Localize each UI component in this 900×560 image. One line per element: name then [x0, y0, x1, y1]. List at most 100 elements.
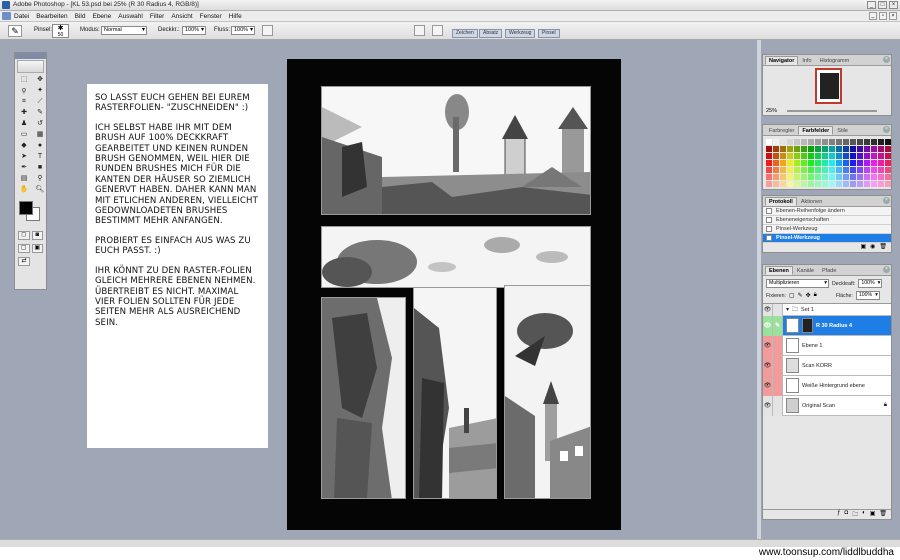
- lock-brush-icon[interactable]: ✎: [798, 292, 803, 299]
- tab-kanaele[interactable]: Kanäle: [793, 266, 818, 275]
- color-swatch[interactable]: [878, 160, 884, 166]
- eye-icon[interactable]: 👁︎: [763, 395, 773, 416]
- layer-row[interactable]: 👁︎ ✎ R 30 Radius 4: [763, 315, 891, 336]
- color-swatch[interactable]: [787, 181, 793, 187]
- lock-all-icon[interactable]: 🔒︎: [814, 292, 817, 299]
- color-swatch[interactable]: [815, 174, 821, 180]
- navigator-zoom[interactable]: 25%: [766, 108, 777, 114]
- layer-row[interactable]: 👁︎ Ebene 1: [763, 335, 891, 356]
- color-swatch[interactable]: [773, 139, 779, 145]
- color-swatch[interactable]: [885, 146, 891, 152]
- marquee-tool-icon[interactable]: ⬚: [17, 75, 31, 85]
- color-swatch[interactable]: [822, 174, 828, 180]
- color-swatch[interactable]: [857, 146, 863, 152]
- document-canvas[interactable]: [287, 59, 621, 530]
- color-swatch[interactable]: [885, 139, 891, 145]
- layer-opacity-field[interactable]: 100%: [858, 279, 883, 288]
- color-swatch[interactable]: [843, 174, 849, 180]
- tab-histogramm[interactable]: Histogramm: [816, 56, 854, 65]
- adobe-online-icon[interactable]: [17, 60, 44, 73]
- color-swatch[interactable]: [787, 146, 793, 152]
- color-swatch[interactable]: [857, 181, 863, 187]
- tab-pfade[interactable]: Pfade: [818, 266, 840, 275]
- color-swatch[interactable]: [766, 139, 772, 145]
- screen-mode-full-icon[interactable]: ▣: [31, 244, 43, 253]
- tool-preset-brush-icon[interactable]: ✎: [8, 25, 22, 37]
- history-item-current[interactable]: Pinsel-Werkzeug: [763, 234, 891, 243]
- history-item[interactable]: Ebenen-Reihenfolge ändern: [763, 207, 891, 216]
- layer-set-row[interactable]: 👁︎ ▾ 🗀︎ Set 1: [763, 303, 891, 316]
- menu-ansicht[interactable]: Ansicht: [171, 13, 192, 20]
- tab-stile[interactable]: Stile: [833, 126, 852, 135]
- color-swatch[interactable]: [871, 181, 877, 187]
- crop-tool-icon[interactable]: ⌗: [17, 97, 31, 107]
- color-swatch[interactable]: [780, 153, 786, 159]
- color-swatch[interactable]: [794, 153, 800, 159]
- color-swatch[interactable]: [815, 181, 821, 187]
- menu-bild[interactable]: Bild: [75, 13, 86, 20]
- color-swatch[interactable]: [794, 160, 800, 166]
- magic-wand-tool-icon[interactable]: ✦: [33, 86, 47, 96]
- quick-mask-icon[interactable]: ◙: [31, 231, 43, 240]
- color-swatch[interactable]: [836, 167, 842, 173]
- eye-icon[interactable]: 👁︎: [763, 315, 773, 336]
- color-swatch[interactable]: [829, 139, 835, 145]
- color-swatch[interactable]: [808, 139, 814, 145]
- color-swatch[interactable]: [766, 167, 772, 173]
- zoom-slider[interactable]: [787, 110, 877, 112]
- history-item[interactable]: Pinsel-Werkzeug: [763, 225, 891, 234]
- minimize-button[interactable]: _: [867, 1, 876, 9]
- blend-mode-select[interactable]: Multiplizieren: [766, 279, 829, 288]
- color-swatch[interactable]: [801, 146, 807, 152]
- link-icon[interactable]: [773, 303, 783, 316]
- screen-mode-standard-icon[interactable]: ▢: [18, 244, 30, 253]
- color-swatch[interactable]: [780, 181, 786, 187]
- color-swatch[interactable]: [794, 139, 800, 145]
- color-swatch[interactable]: [801, 160, 807, 166]
- color-swatch[interactable]: [885, 174, 891, 180]
- healing-brush-tool-icon[interactable]: ✚: [17, 108, 31, 118]
- lock-transparency-icon[interactable]: ▢: [789, 292, 795, 299]
- tab-info[interactable]: Info: [798, 56, 815, 65]
- doc-minimize-button[interactable]: _: [869, 12, 877, 20]
- notes-tool-icon[interactable]: ▤: [17, 174, 31, 184]
- link-icon[interactable]: [773, 395, 783, 416]
- jump-to-imageready-icon[interactable]: ⇄: [18, 257, 30, 266]
- color-swatch[interactable]: [878, 146, 884, 152]
- brush-preset-picker[interactable]: ✱ 50: [52, 24, 69, 38]
- link-icon[interactable]: [773, 335, 783, 356]
- standard-mode-icon[interactable]: ◻: [18, 231, 30, 240]
- link-icon[interactable]: [773, 355, 783, 376]
- color-swatch[interactable]: [808, 160, 814, 166]
- shape-tool-icon[interactable]: ■: [33, 163, 47, 173]
- color-swatch[interactable]: [850, 167, 856, 173]
- color-swatch[interactable]: [885, 153, 891, 159]
- color-swatch[interactable]: [773, 167, 779, 173]
- color-swatch[interactable]: [780, 146, 786, 152]
- tab-farbregler[interactable]: Farbregler: [765, 126, 798, 135]
- color-swatch[interactable]: [864, 146, 870, 152]
- layer-row[interactable]: 👁︎ Original Scan 🔒︎: [763, 395, 891, 416]
- color-swatch[interactable]: [822, 181, 828, 187]
- color-swatch[interactable]: [794, 181, 800, 187]
- color-swatch[interactable]: [780, 174, 786, 180]
- color-swatch[interactable]: [808, 181, 814, 187]
- new-snapshot-icon[interactable]: ◉: [870, 243, 875, 250]
- menu-fenster[interactable]: Fenster: [200, 13, 222, 20]
- type-tool-icon[interactable]: T: [33, 152, 47, 162]
- menu-datei[interactable]: Datei: [14, 13, 29, 20]
- color-swatch[interactable]: [878, 153, 884, 159]
- color-swatch[interactable]: [885, 160, 891, 166]
- color-swatch[interactable]: [871, 153, 877, 159]
- color-swatch[interactable]: [850, 146, 856, 152]
- eyedropper-tool-icon[interactable]: ⚲: [33, 174, 47, 184]
- new-set-icon[interactable]: 🗀︎: [852, 510, 858, 519]
- color-swatch[interactable]: [864, 160, 870, 166]
- flow-field[interactable]: 100%: [231, 26, 255, 35]
- mask-icon[interactable]: ◘: [844, 510, 848, 519]
- color-swatch[interactable]: [808, 146, 814, 152]
- color-swatch[interactable]: [836, 146, 842, 152]
- history-brush-tool-icon[interactable]: ↺: [33, 119, 47, 129]
- color-swatch[interactable]: [829, 181, 835, 187]
- color-swatch[interactable]: [843, 181, 849, 187]
